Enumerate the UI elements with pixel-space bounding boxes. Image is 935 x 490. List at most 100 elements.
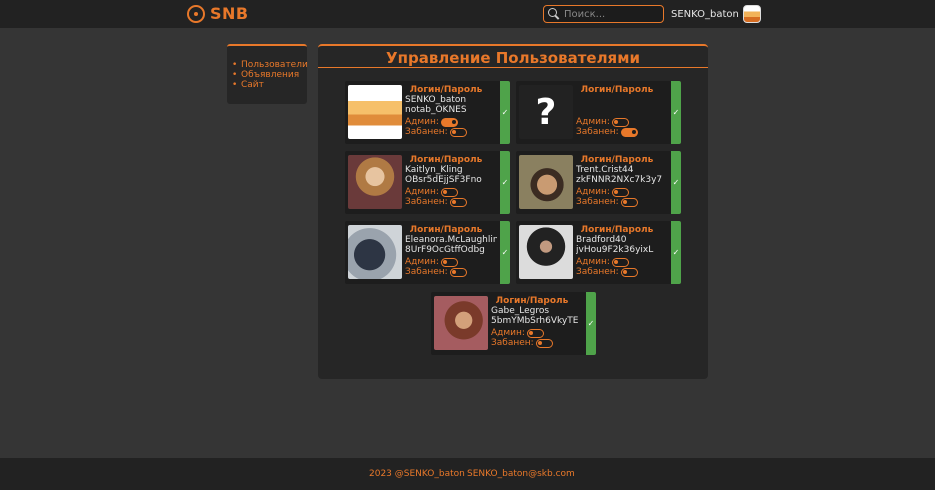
admin-toggle[interactable]	[611, 117, 629, 127]
user-card: Логин/Пароль Gabe_Legros 5bmYMbSrh6VkyTE…	[431, 292, 596, 355]
credentials-heading: Логин/Пароль	[409, 155, 483, 165]
ban-label: Забанен:	[405, 267, 448, 277]
check-icon: ✓	[501, 108, 509, 117]
user-login: Kaitlyn_Kling	[405, 165, 463, 175]
ban-row: Забанен:	[405, 267, 467, 277]
admin-toggle[interactable]	[440, 117, 458, 127]
credentials-heading: Логин/Пароль	[495, 296, 569, 306]
ban-row: Забанен:	[576, 197, 638, 207]
save-button[interactable]: ✓	[500, 81, 510, 144]
sidebar-item-ads[interactable]: Объявления	[232, 70, 307, 80]
ban-toggle[interactable]	[620, 127, 638, 137]
admin-label: Админ:	[405, 257, 439, 267]
admin-row: Админ:	[576, 187, 629, 197]
ban-toggle[interactable]	[535, 338, 553, 348]
user-menu[interactable]: SENKO_baton	[671, 5, 761, 23]
check-icon: ✓	[672, 178, 680, 187]
save-button[interactable]: ✓	[671, 81, 681, 144]
check-icon: ✓	[587, 319, 595, 328]
user-avatar	[519, 225, 573, 279]
save-button[interactable]: ✓	[500, 151, 510, 214]
admin-toggle[interactable]	[611, 187, 629, 197]
user-login: Gabe_Legros	[491, 306, 550, 316]
user-card: Логин/Пароль SENKO_baton notab_OKNES Адм…	[345, 81, 510, 144]
footer-copyright: 2023 @SENKO_baton	[369, 469, 465, 479]
ban-toggle[interactable]	[620, 267, 638, 277]
save-button[interactable]: ✓	[671, 221, 681, 284]
user-card: Логин/Пароль Eleanora.McLaughlin 8UrF9Oc…	[345, 221, 510, 284]
ban-row: Забанен:	[576, 267, 638, 277]
ban-row: Забанен:	[576, 127, 638, 137]
user-password: notab_OKNES	[405, 105, 467, 115]
admin-row: Админ:	[405, 187, 458, 197]
users-panel: Управление Пользователями Логин/Пароль S…	[318, 44, 708, 379]
ban-toggle[interactable]	[449, 267, 467, 277]
admin-row: Админ:	[576, 257, 629, 267]
search-input[interactable]	[564, 8, 659, 20]
admin-toggle[interactable]	[611, 257, 629, 267]
logo[interactable]: SNB	[187, 4, 249, 23]
user-password: zkFNNR2NXc7k3y7	[576, 175, 663, 185]
admin-label: Админ:	[405, 117, 439, 127]
check-icon: ✓	[672, 108, 680, 117]
user-password: jvHou9F2k36yixL	[576, 245, 654, 255]
user-card: ? Логин/Пароль Админ: Забанен: ✓	[516, 81, 681, 144]
check-icon: ✓	[501, 178, 509, 187]
ban-label: Забанен:	[405, 197, 448, 207]
username[interactable]: SENKO_baton	[671, 9, 739, 20]
user-avatar	[348, 85, 402, 139]
ban-label: Забанен:	[405, 127, 448, 137]
user-avatar	[434, 296, 488, 350]
user-avatar	[348, 155, 402, 209]
admin-toggle[interactable]	[440, 257, 458, 267]
avatar[interactable]	[742, 5, 761, 23]
ban-toggle[interactable]	[449, 127, 467, 137]
admin-row: Админ:	[405, 257, 458, 267]
search-icon	[548, 8, 560, 20]
footer: 2023 @SENKO_baton SENKO_baton@skb.com	[0, 458, 935, 490]
top-bar: SNB SENKO_baton	[0, 0, 935, 28]
user-avatar	[519, 155, 573, 209]
admin-row: Админ:	[491, 328, 544, 338]
save-button[interactable]: ✓	[500, 221, 510, 284]
user-card: Логин/Пароль Kaitlyn_Kling OBsr5dEjjSF3F…	[345, 151, 510, 214]
sidebar: Пользователи Объявления Сайт	[227, 44, 308, 104]
credentials-heading: Логин/Пароль	[580, 225, 654, 235]
footer-email[interactable]: SENKO_baton@skb.com	[467, 469, 575, 479]
ban-toggle[interactable]	[620, 197, 638, 207]
save-button[interactable]: ✓	[671, 151, 681, 214]
page-title: Управление Пользователями	[386, 49, 640, 67]
admin-label: Админ:	[576, 187, 610, 197]
admin-label: Админ:	[405, 187, 439, 197]
sidebar-menu: Пользователи Объявления Сайт	[232, 60, 308, 90]
ban-row: Забанен:	[491, 338, 553, 348]
sidebar-item-site[interactable]: Сайт	[232, 80, 307, 90]
check-icon: ✓	[672, 248, 680, 257]
user-login: Bradford40	[576, 235, 627, 245]
logo-text: SNB	[210, 4, 249, 23]
check-icon: ✓	[501, 248, 509, 257]
search-box[interactable]	[543, 5, 664, 23]
credentials-heading: Логин/Пароль	[580, 85, 654, 95]
admin-label: Админ:	[576, 117, 610, 127]
ban-label: Забанен:	[576, 197, 619, 207]
title-divider	[318, 67, 708, 68]
credentials-heading: Логин/Пароль	[580, 155, 654, 165]
user-login: SENKO_baton	[405, 95, 467, 105]
ban-label: Забанен:	[576, 267, 619, 277]
admin-label: Админ:	[576, 257, 610, 267]
admin-toggle[interactable]	[440, 187, 458, 197]
user-login: Eleanora.McLaughlin	[405, 235, 497, 245]
user-password: 5bmYMbSrh6VkyTE	[491, 316, 579, 326]
sidebar-item-users[interactable]: Пользователи	[232, 60, 308, 70]
ban-row: Забанен:	[405, 127, 467, 137]
user-password: OBsr5dEjjSF3Fno	[405, 175, 482, 185]
ban-label: Забанен:	[576, 127, 619, 137]
logo-icon	[187, 4, 205, 23]
admin-row: Админ:	[405, 117, 458, 127]
credentials-heading: Логин/Пароль	[409, 225, 483, 235]
user-card: Логин/Пароль Trent.Crist44 zkFNNR2NXc7k3…	[516, 151, 681, 214]
admin-toggle[interactable]	[526, 328, 544, 338]
ban-toggle[interactable]	[449, 197, 467, 207]
save-button[interactable]: ✓	[586, 292, 596, 355]
